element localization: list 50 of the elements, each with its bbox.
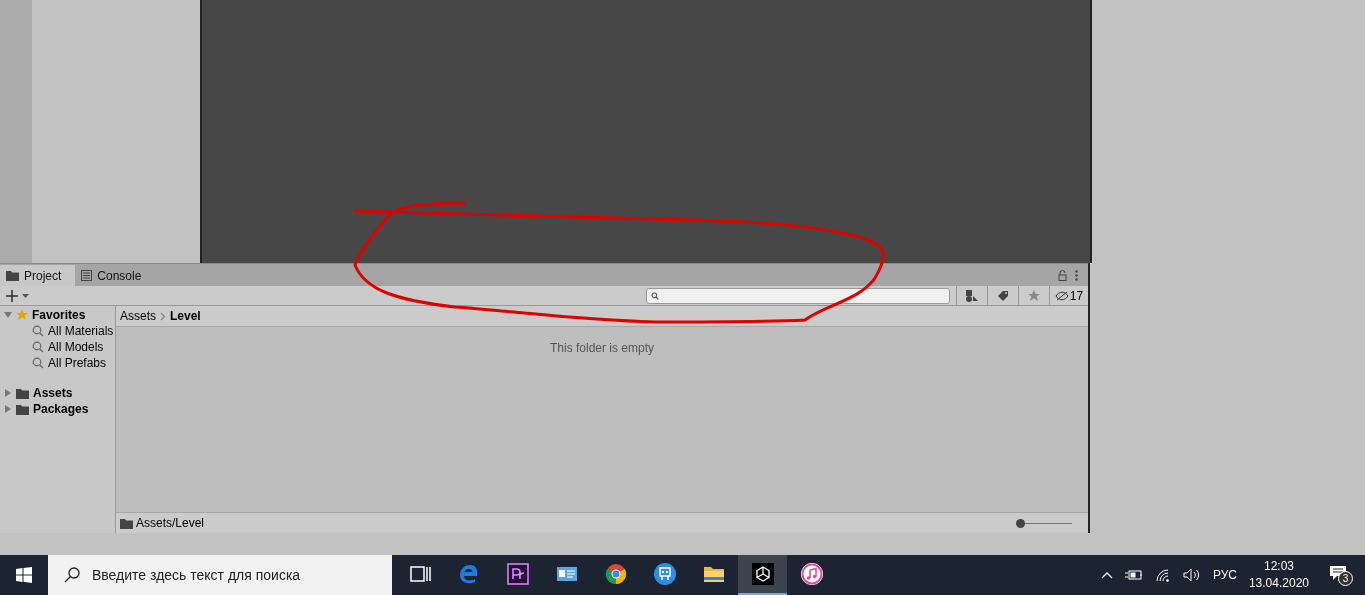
tree-item[interactable]: All Prefabs [0, 355, 115, 371]
breadcrumb-item: Level [170, 309, 201, 323]
video-editor-icon[interactable] [505, 562, 530, 586]
folder-icon [6, 270, 19, 281]
search-icon [32, 357, 44, 369]
shapes-icon[interactable] [965, 288, 979, 303]
search-icon [32, 341, 44, 353]
chrome-icon[interactable] [603, 562, 628, 586]
breadcrumb-item[interactable]: Assets [120, 309, 156, 323]
taskbar-search-field[interactable]: Введите здесь текст для поиска [48, 555, 392, 595]
star-icon [16, 309, 28, 321]
panel-tab[interactable]: Console [75, 265, 156, 286]
robot-icon[interactable] [652, 562, 677, 586]
search-field[interactable] [646, 287, 950, 304]
empty-folder-message: This folder is empty [548, 340, 655, 355]
star-icon [1028, 289, 1040, 302]
search-icon [651, 291, 659, 300]
folder-icon [16, 403, 29, 415]
console-icon [81, 270, 93, 281]
cube-logo-icon[interactable] [750, 562, 775, 586]
more-options-icon[interactable] [1075, 270, 1078, 281]
tree-item[interactable]: Assets [0, 385, 115, 401]
windows-start-icon[interactable] [16, 567, 32, 583]
tree-item[interactable]: Packages [0, 401, 115, 417]
input-language[interactable]: РУС [1212, 568, 1237, 582]
battery-icon[interactable] [1124, 569, 1143, 581]
panel-tab[interactable]: Project [0, 265, 76, 286]
taskbar-app[interactable] [738, 555, 787, 595]
chevron-right-icon [160, 311, 166, 321]
footer-path: Assets/Level [136, 516, 205, 530]
tree-item[interactable]: Favorites [0, 307, 115, 323]
tree-item[interactable]: All Models [0, 339, 115, 355]
music-note-icon[interactable] [799, 562, 824, 586]
add-dropdown-icon[interactable] [6, 288, 32, 303]
lock-icon[interactable] [1058, 270, 1067, 281]
tree-item[interactable]: All Materials [0, 323, 115, 339]
notifications-button[interactable]: 3 [1329, 564, 1353, 586]
search-icon [32, 325, 44, 337]
folder-icon [120, 517, 133, 529]
slider-thumb[interactable] [1016, 518, 1025, 528]
wifi-icon[interactable] [1154, 568, 1171, 582]
hidden-eye-icon [1054, 290, 1069, 301]
taskbar-clock[interactable]: 12:03 13.04.2020 [1248, 558, 1309, 592]
expanded-arrow-icon[interactable] [4, 311, 12, 319]
chevron-up-icon[interactable] [1100, 571, 1113, 579]
folder-icon [16, 387, 29, 399]
speaker-icon[interactable] [1182, 568, 1201, 582]
hidden-packages-toggle[interactable]: 17 [1049, 286, 1088, 305]
search-icon [64, 567, 80, 583]
tag-icon[interactable] [997, 289, 1009, 302]
